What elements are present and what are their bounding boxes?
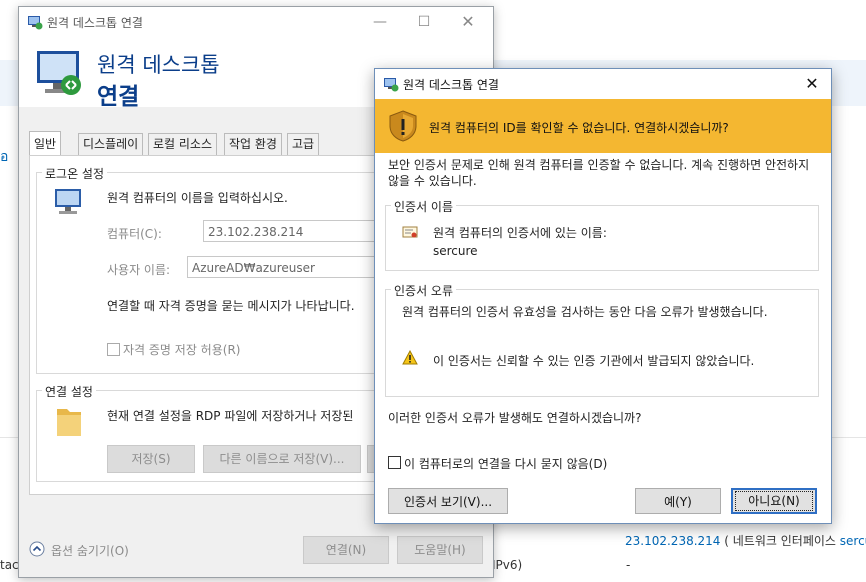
background-link-letter[interactable]: อ bbox=[0, 146, 8, 168]
user-label: 사용자 이름: bbox=[107, 263, 171, 277]
connect-button[interactable]: 연결(N) bbox=[303, 536, 389, 564]
login-instruction: 원격 컴퓨터의 이름을 입력하십시오. bbox=[107, 191, 288, 205]
save-credentials-label[interactable]: 자격 증명 저장 허용(R) bbox=[123, 341, 240, 358]
rdp-app-icon bbox=[383, 76, 399, 95]
tab-general[interactable]: 일반 bbox=[29, 131, 62, 155]
user-field[interactable]: AzureAD₩azureuser bbox=[187, 256, 383, 278]
connection-settings-label: 연결 설정 bbox=[42, 383, 96, 400]
credentials-prompt-text: 연결할 때 자격 증명을 묻는 메시지가 나타납니다. bbox=[107, 299, 355, 313]
tab-experience[interactable]: 작업 환경 bbox=[224, 133, 282, 155]
header-title-line1: 원격 데스크톱 bbox=[97, 53, 220, 77]
no-button-label: 아니요(N) bbox=[735, 491, 813, 511]
ip-suffix: ( 네트워크 인터페이스 bbox=[724, 534, 840, 548]
minimize-icon[interactable]: — bbox=[365, 11, 395, 33]
cert-name-value: sercure bbox=[433, 244, 478, 258]
computer-label: 컴퓨터(C): bbox=[107, 227, 162, 241]
dialog-description: 보안 인증서 문제로 인해 원격 컴퓨터를 인증할 수 없습니다. 계속 진행하… bbox=[388, 158, 810, 188]
cert-name-text: 원격 컴퓨터의 인증서에 있는 이름: bbox=[433, 226, 607, 240]
ip-link[interactable]: 23.102.238.214 bbox=[625, 534, 720, 548]
main-window-title: 원격 데스크톱 연결 bbox=[47, 16, 143, 30]
shield-warning-icon bbox=[389, 110, 417, 145]
certificate-icon bbox=[402, 224, 418, 243]
login-settings-label: 로그온 설정 bbox=[42, 165, 108, 182]
chevron-up-icon[interactable] bbox=[29, 541, 45, 560]
warning-triangle-icon bbox=[402, 349, 418, 369]
main-titlebar[interactable]: 원격 데스크톱 연결 — ☐ ✕ bbox=[19, 7, 493, 37]
save-as-button[interactable]: 다른 이름으로 저장(V)... bbox=[203, 445, 361, 473]
warning-message: 원격 컴퓨터의 ID를 확인할 수 없습니다. 연결하시겠습니까? bbox=[429, 121, 729, 135]
yes-button[interactable]: 예(Y) bbox=[635, 488, 721, 514]
dont-ask-checkbox[interactable] bbox=[388, 456, 401, 469]
connect-question: 이러한 인증서 오류가 발생해도 연결하시겠습니까? bbox=[388, 411, 642, 425]
rdp-app-icon bbox=[27, 14, 43, 30]
no-button[interactable]: 아니요(N) bbox=[731, 488, 817, 514]
tab-advanced[interactable]: 고급 bbox=[287, 133, 320, 155]
dialog-body: 보안 인증서 문제로 인해 원격 컴퓨터를 인증할 수 없습니다. 계속 진행하… bbox=[375, 153, 831, 523]
tab-local-resources[interactable]: 로컬 리소스 bbox=[148, 133, 218, 155]
warning-band: 원격 컴퓨터의 ID를 확인할 수 없습니다. 연결하시겠습니까? bbox=[375, 99, 831, 153]
cert-error-item: 이 인증서는 신뢰할 수 있는 인증 기관에서 발급되지 않았습니다. bbox=[433, 354, 755, 368]
background-ip-row: 23.102.238.214 ( 네트워크 인터페이스 sercure bbox=[625, 532, 866, 549]
background-ipv6: IPv6) bbox=[492, 558, 523, 572]
save-credentials-checkbox[interactable] bbox=[107, 343, 120, 356]
monitor-connect-icon bbox=[33, 47, 87, 102]
computer-icon bbox=[53, 187, 85, 220]
cert-name-label: 인증서 이름 bbox=[391, 198, 457, 215]
folder-icon bbox=[53, 403, 85, 442]
close-icon[interactable]: ✕ bbox=[799, 72, 825, 96]
computer-field[interactable]: 23.102.238.214 bbox=[203, 220, 383, 242]
hide-options-link[interactable]: 옵션 숨기기(O) bbox=[51, 542, 129, 559]
dialog-titlebar[interactable]: 원격 데스크톱 연결 ✕ bbox=[375, 69, 831, 99]
dialog-title: 원격 데스크톱 연결 bbox=[403, 78, 499, 92]
background-dash: - bbox=[626, 558, 631, 572]
save-button[interactable]: 저장(S) bbox=[107, 445, 195, 473]
view-certificate-button[interactable]: 인증서 보기(V)... bbox=[388, 488, 508, 514]
cert-error-label: 인증서 오류 bbox=[391, 282, 457, 299]
background-text: tac bbox=[0, 558, 19, 572]
cert-error-group: 인증서 오류 원격 컴퓨터의 인증서 유효성을 검사하는 동안 다음 오류가 발… bbox=[385, 282, 819, 397]
certificate-warning-dialog: 원격 데스크톱 연결 ✕ 원격 컴퓨터의 ID를 확인할 수 없습니다. 연결하… bbox=[374, 68, 832, 524]
tab-display[interactable]: 디스플레이 bbox=[78, 133, 144, 155]
cert-error-text: 원격 컴퓨터의 인증서 유효성을 검사하는 동안 다음 오류가 발생했습니다. bbox=[402, 305, 768, 319]
close-icon[interactable]: ✕ bbox=[453, 11, 483, 33]
header-title-line2: 연결 bbox=[97, 84, 140, 110]
maximize-icon[interactable]: ☐ bbox=[409, 11, 439, 33]
cert-name-group: 인증서 이름 원격 컴퓨터의 인증서에 있는 이름: sercure bbox=[385, 198, 819, 271]
help-button[interactable]: 도움말(H) bbox=[397, 536, 483, 564]
connection-settings-text: 현재 연결 설정을 RDP 파일에 저장하거나 저장된 bbox=[107, 409, 354, 423]
ip-link-2[interactable]: sercure bbox=[840, 534, 866, 548]
dont-ask-label[interactable]: 이 컴퓨터로의 연결을 다시 묻지 않음(D) bbox=[404, 455, 607, 472]
